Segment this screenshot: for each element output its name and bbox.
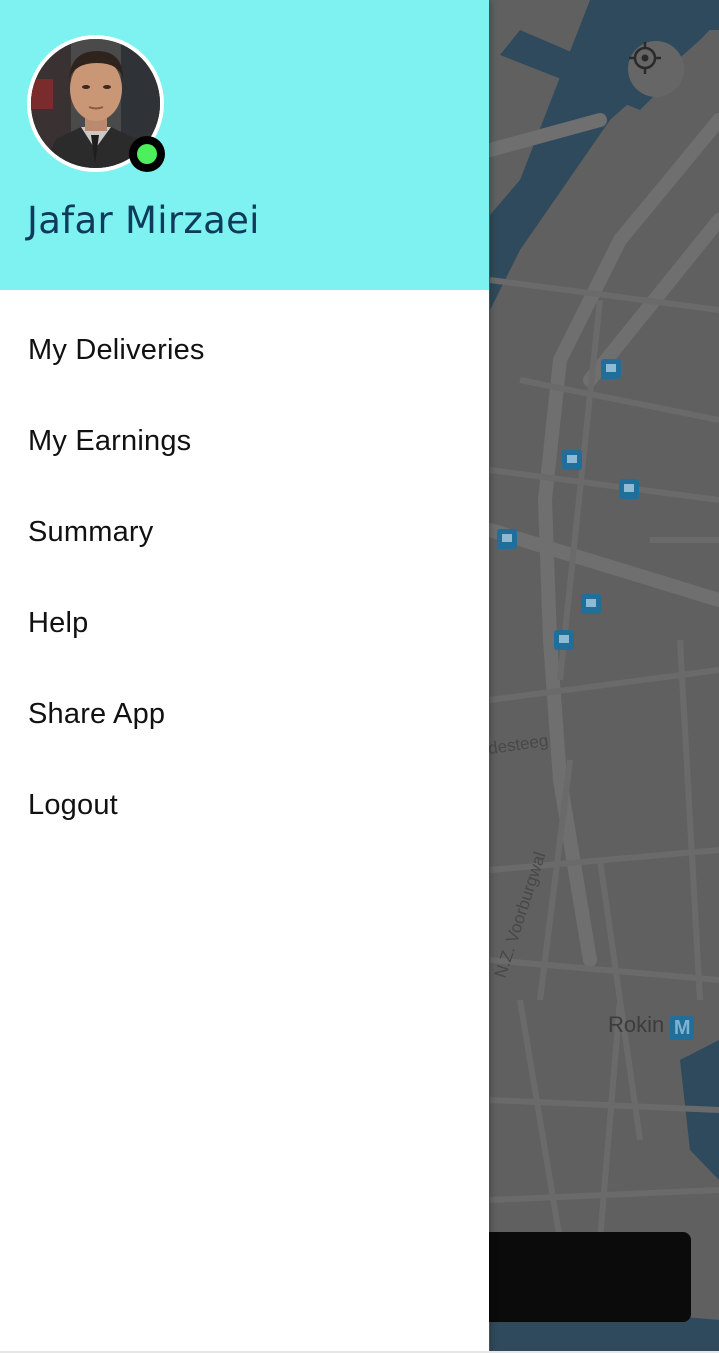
my-location-button[interactable] (628, 41, 684, 97)
drawer-menu: My Deliveries My Earnings Summary Help S… (0, 290, 489, 851)
online-status-indicator (129, 136, 165, 172)
menu-item-label: Help (28, 607, 89, 639)
menu-item-label: My Deliveries (28, 334, 205, 366)
status-dot-icon (137, 144, 157, 164)
menu-item-label: My Earnings (28, 425, 192, 457)
bottom-action-bar[interactable] (470, 1232, 691, 1322)
menu-item-my-deliveries[interactable]: My Deliveries (0, 305, 489, 396)
menu-item-label: Share App (28, 698, 166, 730)
drawer-header: Jafar Mirzaei (0, 0, 489, 290)
user-name: Jafar Mirzaei (27, 199, 260, 242)
menu-item-label: Logout (28, 789, 118, 821)
crosshair-icon (629, 42, 661, 74)
menu-item-label: Summary (28, 516, 154, 548)
station-name: Rokin (608, 1012, 665, 1037)
metro-icon: M (670, 1016, 695, 1040)
menu-item-my-earnings[interactable]: My Earnings (0, 396, 489, 487)
menu-item-summary[interactable]: Summary (0, 487, 489, 578)
menu-item-logout[interactable]: Logout (0, 760, 489, 851)
map-station-label: Rokin M (608, 1012, 695, 1040)
menu-item-share-app[interactable]: Share App (0, 669, 489, 760)
navigation-drawer: Jafar Mirzaei My Deliveries My Earnings … (0, 0, 489, 1351)
menu-item-help[interactable]: Help (0, 578, 489, 669)
